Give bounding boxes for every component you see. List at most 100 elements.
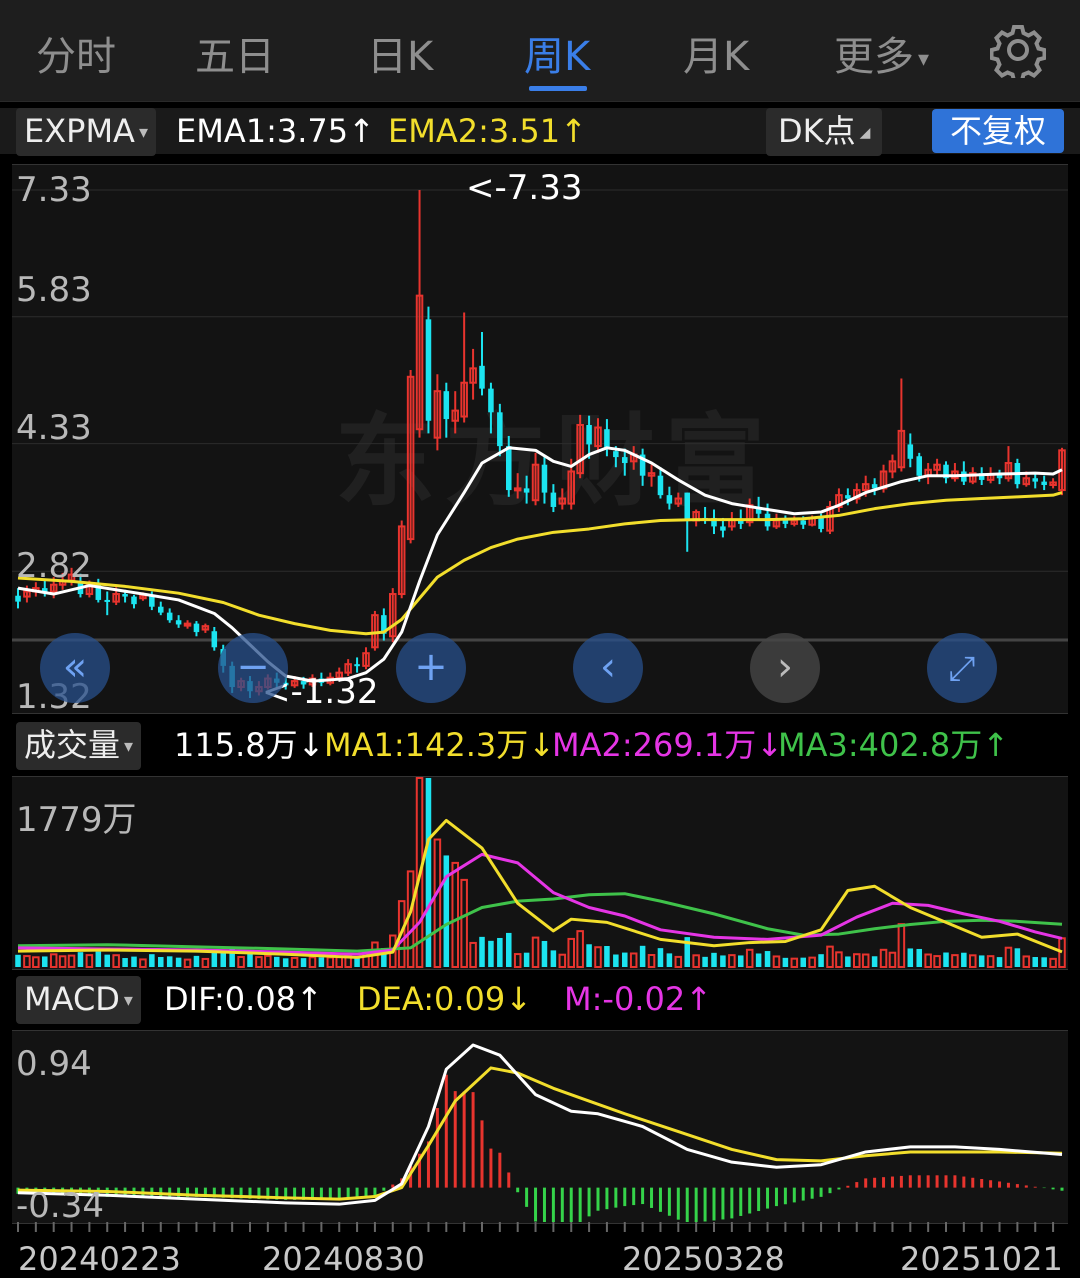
macd-bottom-tick: -0.34 — [16, 1186, 104, 1226]
fullscreen-button[interactable]: ⤢ — [927, 633, 997, 703]
ma2-readout: MA2:269.1万↓ — [552, 722, 783, 768]
down-arrow-icon: ↓ — [505, 980, 533, 1018]
indicator-selector-macd[interactable]: MACD ▾ — [16, 976, 141, 1024]
volume-bar — [639, 945, 646, 967]
volume-bar — [755, 953, 762, 967]
volume-bar — [1014, 948, 1021, 967]
volume-bar — [808, 956, 816, 969]
volume-bar — [961, 952, 967, 967]
volume-bar — [479, 936, 485, 967]
volume-bar — [969, 954, 977, 968]
volume-bar — [720, 955, 726, 967]
volume-bar — [897, 923, 906, 969]
volume-value: 115.8万 — [174, 726, 298, 764]
candle-body — [149, 595, 155, 607]
scroll-right-button[interactable]: › — [750, 633, 820, 703]
volume-bar — [326, 956, 335, 969]
volume-bar — [523, 952, 530, 967]
candle-body — [183, 622, 192, 627]
volume-bar — [264, 954, 272, 968]
volume-bar — [112, 954, 120, 968]
candle-body — [916, 456, 922, 476]
candle-body — [15, 595, 21, 602]
volume-bar — [131, 956, 137, 967]
volume-bar — [943, 952, 949, 967]
ma2-value: MA2:269.1万 — [552, 726, 757, 764]
minus-icon: − — [236, 644, 270, 690]
volume-bar — [586, 944, 592, 967]
dif-value: DIF:0.08 — [164, 980, 297, 1018]
candle-body — [586, 424, 592, 445]
volume-bar — [247, 953, 253, 967]
indicator-selector-volume[interactable]: 成交量 ▾ — [16, 722, 142, 770]
chevron-down-icon: ▾ — [123, 990, 133, 1011]
chevron-left-icon: ‹ — [600, 644, 616, 690]
fast-rewind-button[interactable]: « — [40, 633, 110, 703]
volume-bar — [255, 956, 263, 969]
zoom-out-button[interactable]: − — [218, 633, 288, 703]
price-tick: 2.82 — [16, 546, 92, 586]
x-axis-date: 20251021 — [900, 1240, 1063, 1278]
candle-body — [1041, 481, 1047, 485]
volume-bar — [237, 955, 245, 969]
price-tick: 7.33 — [16, 170, 92, 210]
volume-bar — [85, 954, 94, 969]
volume-bar — [95, 951, 102, 967]
volume-bar — [308, 956, 317, 969]
volume-bar — [175, 957, 182, 967]
volume-bar — [158, 956, 164, 967]
volume-bar — [166, 956, 173, 967]
volume-bar — [488, 940, 494, 967]
volume-bar — [674, 955, 683, 968]
volume-bar — [594, 946, 602, 968]
volume-bar — [835, 951, 843, 968]
volume-bar — [42, 956, 48, 967]
candle-body — [479, 365, 485, 389]
volume-bar — [933, 955, 941, 969]
candle-body — [550, 492, 557, 507]
plus-icon: + — [414, 644, 448, 690]
volume-bar — [15, 954, 21, 967]
volume-bar — [506, 932, 512, 967]
volume-bar — [728, 954, 736, 968]
volume-bar — [818, 954, 824, 967]
volume-bar — [702, 956, 708, 967]
volume-bar — [122, 958, 128, 967]
candle-body — [158, 606, 164, 613]
volume-bar — [745, 948, 754, 968]
volume-bar — [1004, 946, 1013, 968]
volume-bar — [1041, 957, 1047, 967]
volume-bar — [558, 953, 567, 968]
candle-body — [613, 451, 619, 458]
candle-body — [684, 492, 690, 521]
volume-bar — [300, 958, 307, 967]
volume-bar — [513, 953, 522, 969]
volume-bar — [613, 954, 619, 967]
up-arrow-icon: ↑ — [685, 980, 712, 1018]
volume-bar — [657, 948, 664, 967]
candle-body — [193, 623, 200, 633]
candle-body — [122, 594, 128, 597]
volume-bar — [951, 954, 959, 968]
volume-bar — [772, 955, 781, 969]
scroll-left-button[interactable]: ‹ — [573, 633, 643, 703]
candle-body — [800, 520, 806, 525]
dif-readout: DIF:0.08↑ — [164, 976, 323, 1022]
double-chevron-left-icon: « — [62, 644, 88, 690]
candle-body — [166, 612, 173, 621]
volume-max-tick: 1779万 — [16, 800, 137, 840]
volume-bar — [1032, 957, 1038, 967]
volume-bar — [201, 957, 210, 968]
x-axis-date: 20250328 — [622, 1240, 785, 1278]
zoom-in-button[interactable]: + — [396, 633, 466, 703]
volume-bar — [692, 954, 700, 968]
candle-body — [541, 464, 548, 493]
volume-bar — [826, 945, 834, 969]
volume-bar — [183, 958, 192, 968]
candle-body — [1032, 478, 1038, 482]
macd-indicator-bar: MACD ▾ DIF:0.08↑ DEA:0.09↓ M:-0.02↑ — [0, 976, 1080, 1024]
volume-bar — [290, 956, 299, 968]
candle-body — [425, 319, 432, 421]
m-readout: M:-0.02↑ — [564, 976, 712, 1022]
volume-bar — [996, 957, 1003, 967]
